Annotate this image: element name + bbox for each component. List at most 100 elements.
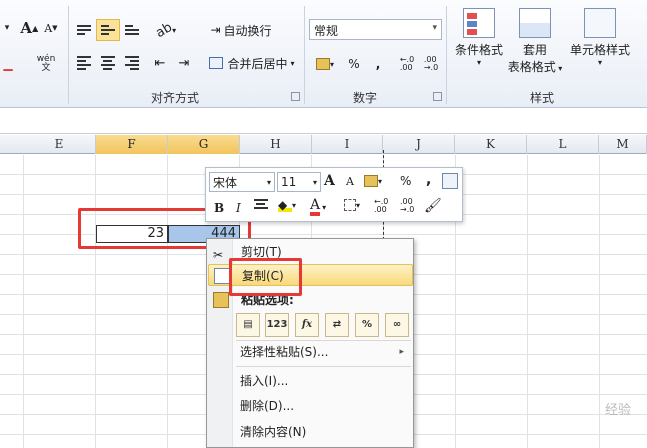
cell-style-label: 单元格样式 — [569, 43, 630, 57]
decrease-indent-button[interactable]: ⇤ — [150, 52, 170, 74]
merge-center-button[interactable]: 合并后居中 ▾ — [205, 52, 299, 74]
number-group-label: 数字 — [352, 91, 377, 105]
number-launcher-icon[interactable] — [433, 92, 442, 101]
mini-decrease-decimal-button[interactable]: .00 →.0 — [400, 198, 414, 214]
column-header-l[interactable]: L — [527, 135, 599, 154]
column-header-k[interactable]: K — [455, 135, 527, 154]
column-header-f[interactable]: F — [96, 135, 168, 154]
column-header-j[interactable]: J — [383, 135, 455, 154]
formula-bar-area — [0, 109, 647, 134]
grow-font-icon: A — [20, 19, 33, 37]
mini-accounting-button[interactable]: ▾ — [364, 173, 390, 189]
paste-values-button[interactable]: 123 — [265, 313, 289, 337]
highlight-box-copy — [229, 258, 302, 296]
align-left-button[interactable] — [74, 52, 94, 74]
mini-center-button[interactable] — [254, 199, 268, 209]
phonetic-button[interactable]: wén 文 — [28, 53, 64, 75]
paste-formulas-button[interactable]: fx — [295, 313, 319, 337]
mini-brush-icon[interactable]: 🖌 — [424, 198, 442, 214]
mini-italic-button[interactable]: I — [236, 201, 241, 215]
align-bottom-button[interactable] — [122, 19, 142, 41]
conditional-format-label: 条件格式 — [454, 43, 503, 57]
menu-item-delete-label: 删除(D)... — [240, 399, 295, 413]
ribbon: ▾ A ▲ A ▼ ▁ wén 文 ab ▾ ⇥ 自动换行 ⇤ ⇥ 合并后居中 ▾ 对齐… — [0, 0, 647, 108]
align-center-icon — [254, 199, 268, 209]
column-headers: E F G H I J K L M — [0, 135, 647, 154]
increase-indent-button[interactable]: ⇥ — [174, 52, 194, 74]
increase-decimal-button[interactable]: ←.0 .00 — [396, 53, 418, 75]
number-format-value: 常规 — [314, 24, 339, 38]
mini-font-name-select[interactable]: 宋体 ▾ — [209, 172, 275, 192]
align-bottom-icon — [125, 25, 139, 35]
group-separator — [446, 6, 447, 104]
align-right-button[interactable] — [122, 52, 142, 74]
menu-item-cut-label: 剪切(T) — [241, 245, 282, 259]
decrease-indent-icon: ⇤ — [154, 55, 166, 71]
menu-item-clear[interactable]: 清除内容(N) — [207, 421, 412, 443]
mini-font-size-value: 11 — [281, 175, 297, 189]
styles-group-label: 样式 — [529, 91, 554, 105]
mini-font-name-value: 宋体 — [213, 175, 238, 190]
accounting-format-button[interactable]: ▾ — [311, 53, 339, 75]
alignment-group-label: 对齐方式 — [150, 91, 199, 105]
clipboard-icon — [213, 292, 229, 308]
table-format-button[interactable]: 套用 表格格式 ▾ — [505, 8, 565, 75]
scissors-icon: ✂ — [213, 248, 224, 262]
chevron-down-icon: ▾ — [432, 23, 437, 33]
percent-button[interactable]: % — [344, 53, 364, 75]
wrap-text-button[interactable]: ⇥ 自动换行 — [205, 19, 277, 41]
cell-style-button[interactable]: 单元格样式 ▾ — [566, 8, 634, 67]
increase-indent-icon: ⇥ — [178, 55, 190, 71]
mini-increase-decimal-button[interactable]: ←.0 .00 — [374, 198, 388, 214]
wrap-text-label: 自动换行 — [223, 23, 272, 38]
orientation-button[interactable]: ab ▾ — [152, 19, 180, 41]
align-center-icon — [101, 56, 115, 70]
mini-font-size-select[interactable]: 11 ▾ — [277, 172, 321, 192]
column-header-h[interactable]: H — [240, 135, 312, 154]
mini-font-color-button[interactable]: A ▾ — [310, 198, 326, 216]
wrap-text-icon: ⇥ — [210, 23, 221, 37]
number-format-select[interactable]: 常规 ▾ — [309, 19, 442, 40]
alignment-launcher-icon[interactable] — [291, 92, 300, 101]
align-top-button[interactable] — [74, 19, 94, 41]
chevron-down-icon: ▾ — [312, 177, 317, 187]
shrink-font-icon: A — [44, 21, 53, 35]
font-dropdown-arrow[interactable]: ▾ — [0, 17, 14, 39]
paste-link-icon[interactable]: ∞ — [385, 313, 409, 337]
align-center-button[interactable] — [98, 52, 118, 74]
paste-formatting-button[interactable]: % — [355, 313, 379, 337]
currency-icon — [315, 58, 330, 70]
comma-button[interactable]: , — [370, 53, 386, 75]
conditional-format-button[interactable]: 条件格式 ▾ — [450, 8, 508, 67]
decrease-decimal-button[interactable]: .00 →.0 — [420, 53, 442, 75]
column-header-e[interactable]: E — [23, 135, 96, 154]
menu-item-insert[interactable]: 插入(I)... — [207, 370, 412, 392]
mini-comma-button[interactable]: , — [426, 172, 431, 188]
menu-item-delete[interactable]: 删除(D)... — [207, 395, 412, 417]
watermark: 经验 — [604, 403, 631, 418]
menu-separator — [236, 366, 411, 367]
mini-format-painter-icon[interactable] — [442, 173, 458, 189]
mini-percent-button[interactable]: % — [400, 174, 411, 188]
mini-borders-button[interactable]: ▾ — [344, 199, 360, 211]
mini-fill-color-button[interactable]: ◆ ▾ — [278, 198, 296, 212]
column-header-g[interactable]: G — [168, 135, 240, 154]
menu-item-paste-special[interactable]: 选择性粘贴(S)... ▸ — [207, 341, 412, 363]
currency-icon — [364, 175, 378, 187]
mini-toolbar: 宋体 ▾ 11 ▾ A A ▾ % , B I ◆ ▾ A ▾ ▾ ←.0 .00 … — [205, 167, 463, 222]
mini-grow-font-button[interactable]: A — [324, 173, 335, 189]
shrink-font-icon: A — [346, 175, 354, 188]
paste-transpose-icon[interactable]: ⇄ — [325, 313, 349, 337]
mini-bold-button[interactable]: B — [214, 201, 224, 215]
align-middle-button[interactable] — [96, 19, 120, 41]
column-header-m[interactable]: M — [599, 135, 647, 154]
fill-color-icon: ◆ — [278, 198, 292, 212]
mini-shrink-font-button[interactable]: A — [346, 175, 354, 188]
conditional-format-icon — [463, 8, 495, 38]
grow-font-button[interactable]: A ▲ A ▼ — [20, 17, 58, 39]
font-color-icon[interactable]: ▁ — [0, 53, 16, 75]
chevron-down-icon: ▾ — [266, 177, 271, 187]
align-top-icon — [77, 25, 91, 35]
column-header-i[interactable]: I — [312, 135, 383, 154]
paste-button-icon[interactable]: ▤ — [236, 313, 260, 337]
